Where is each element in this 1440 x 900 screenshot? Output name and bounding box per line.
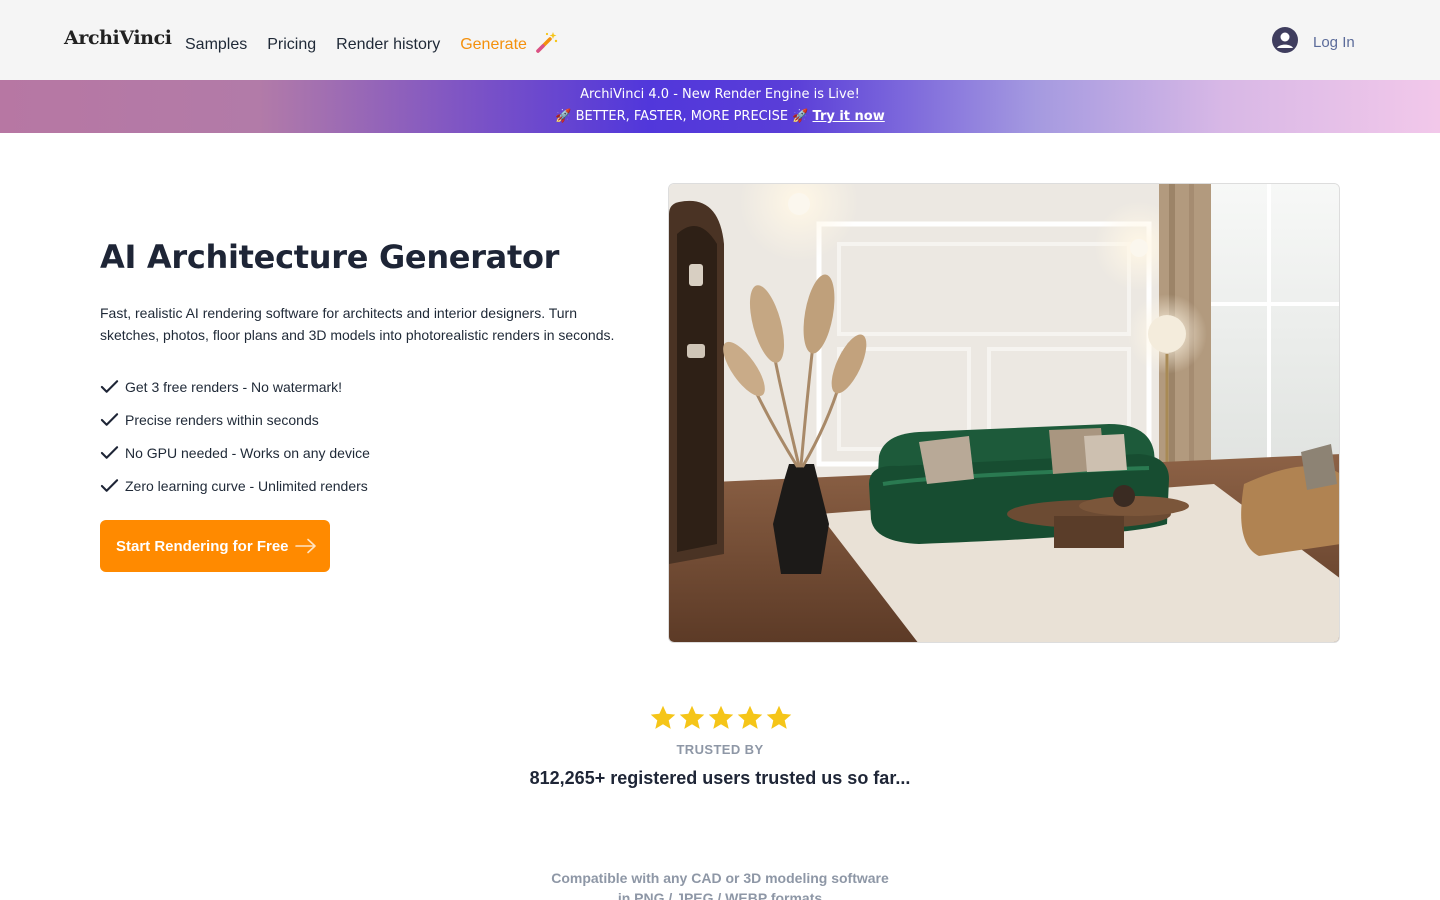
logo[interactable]: ArchiVinci — [64, 27, 172, 49]
check-icon — [100, 413, 119, 426]
feature-item: Get 3 free renders - No watermark! — [100, 370, 370, 403]
nav-render-history[interactable]: Render history — [336, 36, 440, 54]
feature-list: Get 3 free renders - No watermark! Preci… — [100, 370, 370, 502]
star-icon — [737, 705, 763, 729]
arrow-right-icon — [294, 538, 316, 554]
banner-subline: 🚀 BETTER, FASTER, MORE PRECISE 🚀 Try it … — [0, 109, 1440, 124]
compatibility-note: Compatible with any CAD or 3D modeling s… — [0, 868, 1440, 900]
hero-title: AI Architecture Generator — [100, 238, 560, 276]
top-header: ArchiVinci Samples Pricing Render histor… — [0, 0, 1440, 80]
star-icon — [766, 705, 792, 729]
feature-item: No GPU needed - Works on any device — [100, 436, 370, 469]
feature-label: Zero learning curve - Unlimited renders — [125, 477, 368, 494]
login-label: Log In — [1313, 34, 1355, 51]
feature-label: Precise renders within seconds — [125, 411, 319, 428]
compatibility-line-1: Compatible with any CAD or 3D modeling s… — [551, 870, 889, 886]
hero-description: Fast, realistic AI rendering software fo… — [100, 305, 615, 343]
star-icon — [708, 705, 734, 729]
feature-label: No GPU needed - Works on any device — [125, 444, 370, 461]
check-icon — [100, 380, 119, 393]
banner-tagline: 🚀 BETTER, FASTER, MORE PRECISE 🚀 — [555, 109, 809, 124]
nav-pricing[interactable]: Pricing — [267, 36, 316, 54]
star-icon — [679, 705, 705, 729]
trusted-by-label: TRUSTED BY — [676, 742, 764, 757]
cta-label: Start Rendering for Free — [116, 537, 289, 555]
main-nav: Samples Pricing Render history Generate — [185, 30, 559, 59]
check-icon — [100, 446, 119, 459]
feature-item: Zero learning curve - Unlimited renders — [100, 469, 370, 502]
nav-generate-label: Generate — [460, 35, 527, 53]
nav-generate[interactable]: Generate — [460, 30, 559, 59]
feature-item: Precise renders within seconds — [100, 403, 370, 436]
banner-headline: ArchiVinci 4.0 - New Render Engine is Li… — [580, 87, 860, 102]
login-button[interactable]: Log In — [1272, 27, 1355, 58]
banner-try-now-link[interactable]: Try it now — [813, 109, 885, 124]
rating-stars — [649, 704, 794, 732]
nav-samples[interactable]: Samples — [185, 36, 247, 54]
compatibility-line-2: in PNG / JPEG / WEBP formats — [617, 890, 823, 900]
check-icon — [100, 479, 119, 492]
feature-label: Get 3 free renders - No watermark! — [125, 378, 343, 395]
trusted-users-count: 812,265+ registered users trusted us so … — [529, 768, 911, 788]
hero-render-image — [668, 183, 1340, 643]
magic-wand-icon — [535, 30, 559, 59]
start-rendering-button[interactable]: Start Rendering for Free — [100, 520, 330, 572]
announcement-banner: ArchiVinci 4.0 - New Render Engine is Li… — [0, 80, 1440, 133]
user-avatar-icon — [1272, 27, 1298, 58]
star-icon — [650, 705, 676, 729]
